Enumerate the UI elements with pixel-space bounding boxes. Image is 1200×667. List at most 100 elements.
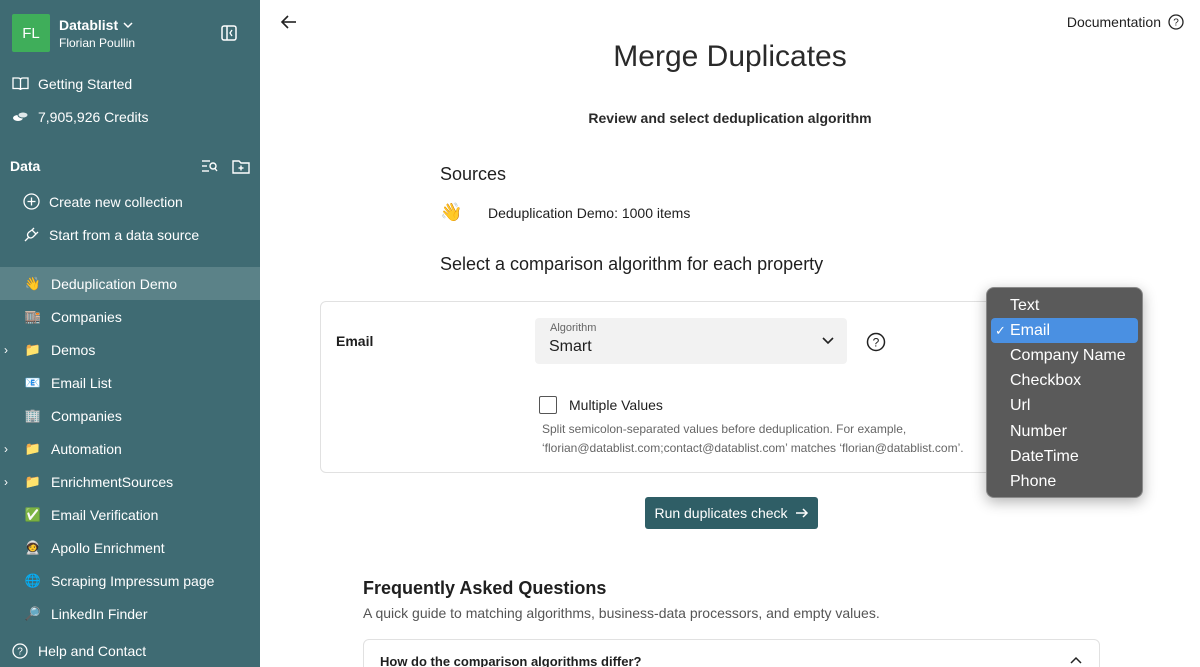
sidebar-collection-item[interactable]: 📧 Email List bbox=[0, 366, 260, 399]
faq-question: How do the comparison algorithms differ? bbox=[380, 654, 642, 667]
sidebar-collection-item[interactable]: › 📁 EnrichmentSources bbox=[0, 465, 260, 498]
algorithm-help-icon[interactable]: ? bbox=[866, 332, 886, 352]
new-folder-icon[interactable] bbox=[232, 159, 250, 174]
sidebar-collection-item[interactable]: 🔎 LinkedIn Finder bbox=[0, 597, 260, 630]
chevron-right-icon[interactable]: › bbox=[4, 343, 8, 357]
faq-subheading: A quick guide to matching algorithms, bu… bbox=[363, 605, 880, 621]
collection-emoji-icon: 📁 bbox=[24, 341, 42, 357]
checkmark-icon: ✓ bbox=[995, 322, 1006, 338]
help-contact-link[interactable]: ? Help and Contact bbox=[0, 634, 260, 667]
help-circle-icon: ? bbox=[1168, 14, 1184, 30]
dropdown-option-label: Email bbox=[1010, 321, 1051, 339]
workspace-switcher[interactable]: FL Datablist Florian Poullin bbox=[12, 14, 135, 52]
plug-icon bbox=[22, 226, 40, 244]
dropdown-option[interactable]: Phone bbox=[991, 469, 1138, 494]
sidebar-item-label: Getting Started bbox=[38, 75, 133, 92]
sidebar-collection-item[interactable]: 🏢 Companies bbox=[0, 399, 260, 432]
sidebar-collection-item[interactable]: ✅ Email Verification bbox=[0, 498, 260, 531]
sidebar-item-label: 7,905,926 Credits bbox=[38, 108, 149, 125]
coins-icon bbox=[11, 108, 29, 126]
collection-emoji-icon: 📁 bbox=[24, 473, 42, 489]
start-from-data-source-button[interactable]: Start from a data source bbox=[0, 218, 260, 251]
multiple-values-checkbox[interactable] bbox=[539, 396, 557, 414]
sidebar-item-label: Companies bbox=[51, 308, 122, 325]
chevron-right-icon[interactable]: › bbox=[4, 442, 8, 456]
dropdown-option[interactable]: Url bbox=[991, 394, 1138, 419]
collection-emoji-icon: 🔎 bbox=[24, 605, 42, 621]
sidebar-collection-item[interactable]: 👋 Deduplication Demo bbox=[0, 267, 260, 300]
chevron-down-icon bbox=[822, 337, 834, 345]
multiple-values-help: Split semicolon-separated values before … bbox=[542, 422, 964, 455]
svg-text:?: ? bbox=[17, 646, 23, 657]
sidebar-collection-item[interactable]: 🏬 Companies bbox=[0, 300, 260, 333]
sidebar-collection-item[interactable]: › 📁 Automation bbox=[0, 432, 260, 465]
create-collection-button[interactable]: Create new collection bbox=[0, 185, 260, 218]
sidebar-item-label: Help and Contact bbox=[38, 642, 147, 659]
multiple-values-label: Multiple Values bbox=[569, 397, 663, 413]
search-collections-icon[interactable] bbox=[201, 159, 218, 174]
collection-emoji-icon: 🏢 bbox=[24, 407, 42, 423]
arrow-right-icon bbox=[795, 508, 808, 518]
dropdown-option-label: Url bbox=[1010, 397, 1031, 415]
dropdown-option-label: Company Name bbox=[1010, 346, 1126, 364]
page-subtitle: Review and select deduplication algorith… bbox=[588, 110, 872, 126]
dropdown-option-label: Text bbox=[1010, 296, 1040, 314]
algorithm-select[interactable]: Algorithm Smart bbox=[535, 318, 847, 364]
documentation-link[interactable]: Documentation ? bbox=[1067, 14, 1184, 30]
sidebar-item-label: Deduplication Demo bbox=[51, 275, 178, 292]
collection-emoji-icon: 👋 bbox=[24, 275, 42, 291]
svg-text:?: ? bbox=[873, 336, 880, 350]
sidebar-collection-item[interactable]: 🌐 Scraping Impressum page bbox=[0, 564, 260, 597]
chevron-right-icon[interactable]: › bbox=[4, 475, 8, 489]
sidebar-item-label: Demos bbox=[51, 341, 96, 358]
dropdown-option[interactable]: Number bbox=[991, 419, 1138, 444]
sidebar-item-label: Apollo Enrichment bbox=[51, 539, 165, 556]
sidebar: FL Datablist Florian Poullin Getting Sta… bbox=[0, 0, 260, 667]
workspace-user: Florian Poullin bbox=[59, 35, 136, 50]
sidebar-item-label: Companies bbox=[51, 407, 122, 424]
sidebar-item-label: Email Verification bbox=[51, 506, 159, 523]
sidebar-item-getting-started[interactable]: Getting Started bbox=[0, 67, 260, 100]
back-arrow-icon[interactable] bbox=[280, 13, 298, 31]
sidebar-collection-item[interactable]: › 📁 Demos bbox=[0, 333, 260, 366]
source-label: Deduplication Demo: 1000 items bbox=[488, 204, 691, 221]
dropdown-option-label: Checkbox bbox=[1010, 372, 1082, 390]
collection-emoji-icon: 🧑‍🚀 bbox=[24, 539, 42, 555]
collection-emoji-icon: ✅ bbox=[24, 506, 42, 522]
sidebar-item-label: EnrichmentSources bbox=[51, 473, 174, 490]
collection-emoji-icon: 🌐 bbox=[24, 572, 42, 588]
property-name: Email bbox=[336, 333, 374, 349]
sidebar-collection-item[interactable]: 🧑‍🚀 Apollo Enrichment bbox=[0, 531, 260, 564]
data-section-header: Data bbox=[10, 158, 250, 174]
algorithm-heading: Select a comparison algorithm for each p… bbox=[440, 254, 824, 274]
dropdown-option[interactable]: DateTime bbox=[991, 444, 1138, 469]
source-item: 👋 Deduplication Demo: 1000 items bbox=[440, 202, 690, 223]
type-dropdown-menu: Text ✓ Email Company Name Checkbox Url Number D… bbox=[986, 287, 1143, 498]
book-icon bbox=[11, 75, 29, 93]
dropdown-option-label: Number bbox=[1010, 422, 1067, 440]
sidebar-item-label: Start from a data source bbox=[49, 226, 200, 243]
collapse-sidebar-icon[interactable] bbox=[220, 24, 238, 42]
dropdown-option[interactable]: Text bbox=[991, 293, 1138, 318]
sidebar-item-label: Automation bbox=[51, 440, 122, 457]
run-button-label: Run duplicates check bbox=[654, 505, 788, 521]
faq-item[interactable]: How do the comparison algorithms differ? bbox=[363, 639, 1100, 667]
collection-emoji-icon: 📁 bbox=[24, 440, 42, 456]
dropdown-option[interactable]: Company Name bbox=[991, 343, 1138, 368]
sidebar-item-label: Email List bbox=[51, 374, 112, 391]
run-duplicates-check-button[interactable]: Run duplicates check bbox=[645, 497, 818, 529]
source-emoji: 👋 bbox=[440, 202, 463, 222]
dropdown-option[interactable]: ✓ Email bbox=[991, 318, 1138, 344]
data-heading: Data bbox=[10, 158, 41, 174]
sidebar-item-credits[interactable]: 7,905,926 Credits bbox=[0, 100, 260, 133]
dropdown-option-label: DateTime bbox=[1010, 447, 1079, 465]
help-circle-icon: ? bbox=[11, 642, 29, 660]
plus-circle-icon bbox=[22, 193, 40, 211]
algorithm-select-value: Smart bbox=[549, 338, 592, 355]
property-card-email: Email Algorithm Smart ? Multiple Values … bbox=[320, 301, 1000, 473]
dropdown-option[interactable]: Checkbox bbox=[991, 369, 1138, 394]
collection-emoji-icon: 🏬 bbox=[24, 308, 42, 324]
chevron-down-icon bbox=[123, 21, 133, 28]
faq-heading: Frequently Asked Questions bbox=[363, 578, 607, 598]
workspace-avatar: FL bbox=[12, 14, 50, 52]
